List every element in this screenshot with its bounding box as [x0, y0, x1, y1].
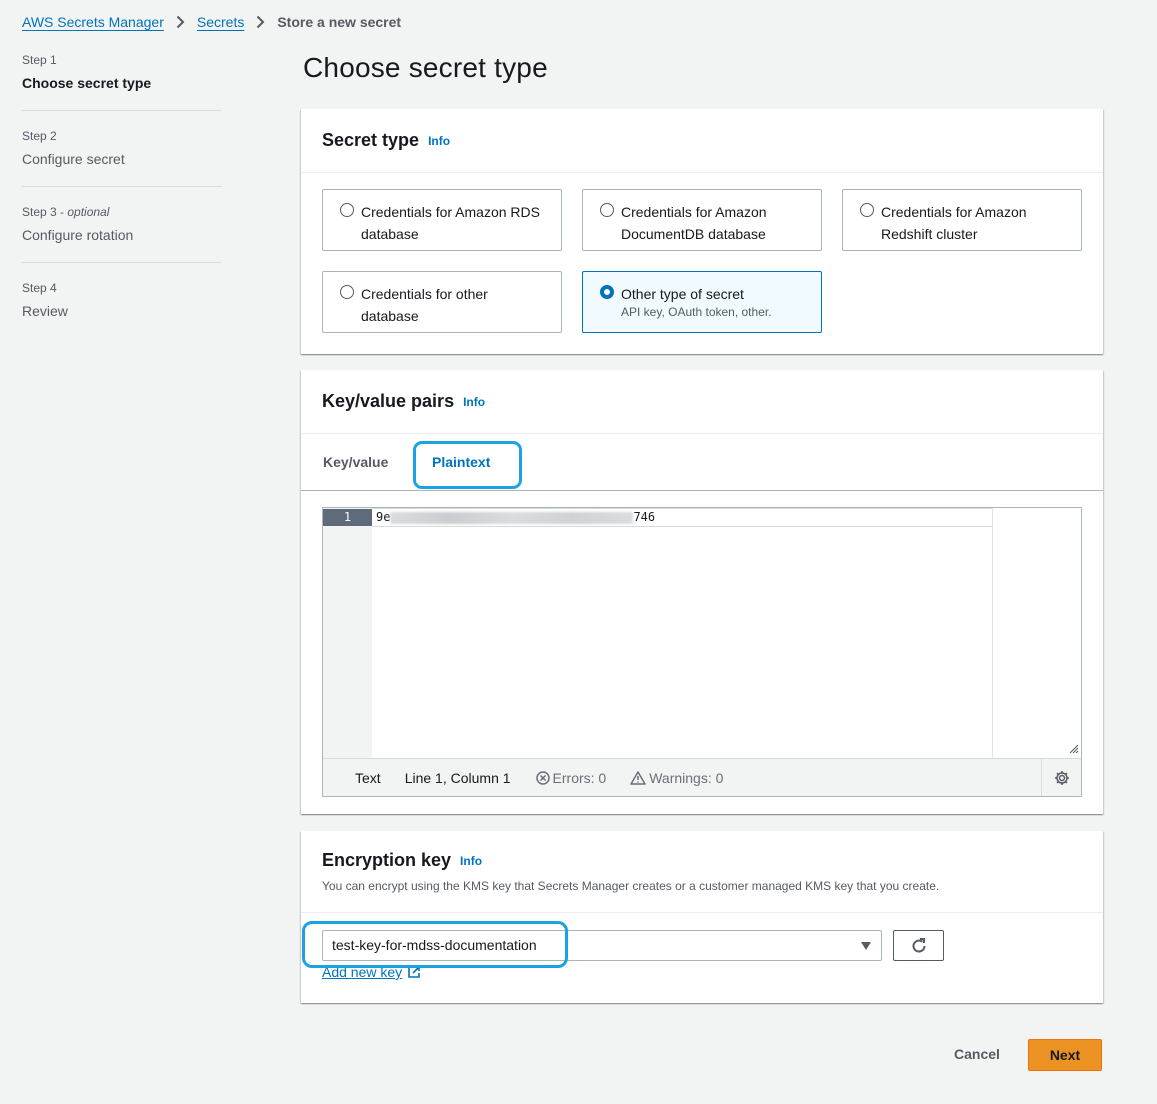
warnings-indicator[interactable]: Warnings: 0 — [630, 770, 723, 786]
radio-button[interactable] — [600, 203, 614, 217]
cancel-button[interactable]: Cancel — [954, 1046, 1000, 1062]
annotation-highlight — [302, 921, 568, 968]
step-title: Configure rotation — [22, 227, 134, 243]
page-title: Choose secret type — [303, 52, 548, 83]
radio-button-selected[interactable] — [600, 285, 614, 299]
editor-status-bar: Text Line 1, Column 1 Errors: 0 Warnings… — [323, 758, 1081, 796]
print-margin — [992, 508, 993, 758]
gear-icon — [1054, 770, 1069, 785]
editor-mode: Text — [355, 769, 381, 786]
step-title: Review — [22, 303, 68, 319]
chevron-right-icon — [176, 15, 185, 29]
option-rds[interactable]: Credentials for Amazon RDS database — [322, 189, 562, 251]
error-circle-icon — [535, 770, 550, 785]
next-button[interactable]: Next — [1028, 1039, 1102, 1071]
wizard-steps: Step 1 Choose secret type Step 2 Configu… — [22, 52, 221, 321]
tab-key-value[interactable]: Key/value — [323, 454, 388, 470]
panel-header: Key/value pairs Info — [301, 370, 1103, 434]
annotation-highlight — [413, 441, 522, 489]
code-line[interactable]: 9e 746 — [372, 508, 992, 527]
panel-heading: Secret type — [322, 130, 420, 150]
info-link[interactable]: Info — [428, 134, 450, 148]
radio-button[interactable] — [340, 285, 354, 299]
option-label: Credentials for Amazon DocumentDB databa… — [621, 204, 767, 242]
option-other-database[interactable]: Credentials for other database — [322, 271, 562, 333]
step-number-text: Step 3 - — [22, 205, 68, 219]
step-number: Step 4 — [22, 281, 57, 295]
option-label: Credentials for Amazon Redshift cluster — [881, 204, 1027, 242]
secret-type-panel: Secret type Info Credentials for Amazon … — [301, 109, 1103, 354]
step-number: Step 1 — [22, 53, 57, 67]
step-number: Step 2 — [22, 129, 57, 143]
warnings-count: Warnings: 0 — [649, 769, 724, 786]
divider — [22, 262, 221, 263]
panel-description: You can encrypt using the KMS key that S… — [322, 879, 940, 893]
step-number: Step 3 - optional — [22, 204, 221, 220]
secret-value-start: 9e — [376, 510, 391, 524]
breadcrumb-link-secrets-manager[interactable]: AWS Secrets Manager — [22, 14, 164, 30]
step-optional-label: optional — [67, 205, 110, 219]
option-other-secret[interactable]: Other type of secret API key, OAuth toke… — [582, 271, 822, 333]
tab-bar: Key/value Plaintext — [301, 434, 1103, 491]
option-description: API key, OAuth token, other. — [621, 305, 772, 319]
option-label: Other type of secret — [621, 286, 744, 302]
panel-heading: Encryption key — [322, 850, 452, 870]
radio-button[interactable] — [860, 203, 874, 217]
breadcrumb: AWS Secrets Manager Secrets Store a new … — [22, 12, 401, 32]
divider — [22, 110, 221, 111]
editor-gutter: 1 — [323, 508, 372, 758]
divider — [22, 186, 221, 187]
panel-heading: Key/value pairs — [322, 391, 455, 411]
option-label: Credentials for other database — [361, 286, 488, 324]
cursor-position: Line 1, Column 1 — [404, 769, 511, 786]
option-documentdb[interactable]: Credentials for Amazon DocumentDB databa… — [582, 189, 822, 251]
refresh-icon — [912, 937, 926, 953]
line-number: 1 — [323, 509, 372, 526]
secret-value-end: 746 — [633, 510, 656, 524]
refresh-button[interactable] — [893, 930, 944, 961]
key-value-pairs-panel: Key/value pairs Info Key/value Plaintext… — [301, 370, 1103, 814]
option-label: Credentials for Amazon RDS database — [361, 204, 540, 242]
radio-button[interactable] — [340, 203, 354, 217]
info-link[interactable]: Info — [460, 854, 482, 868]
warning-triangle-icon — [630, 770, 646, 785]
step-title: Choose secret type — [22, 75, 152, 91]
redacted-value — [390, 511, 634, 524]
heading-row: Encryption key Info — [322, 850, 482, 871]
option-redshift[interactable]: Credentials for Amazon Redshift cluster — [842, 189, 1082, 251]
breadcrumb-current: Store a new secret — [277, 14, 402, 30]
errors-count: Errors: 0 — [552, 769, 607, 786]
step-title: Configure secret — [22, 151, 125, 167]
errors-indicator[interactable]: Errors: 0 — [535, 769, 607, 786]
resize-handle-icon[interactable] — [1067, 742, 1079, 754]
encryption-key-panel: Encryption key Info You can encrypt usin… — [301, 831, 1103, 1003]
info-link[interactable]: Info — [463, 395, 485, 409]
step-1: Step 1 Choose secret type — [22, 52, 221, 93]
secret-type-options: Credentials for Amazon RDS database Cred… — [301, 173, 1103, 353]
editor-settings-button[interactable] — [1041, 759, 1081, 796]
panel-header: Secret type Info — [301, 109, 1103, 173]
breadcrumb-link-secrets[interactable]: Secrets — [197, 14, 244, 30]
caret-down-icon — [861, 942, 871, 950]
plaintext-editor[interactable]: 1 9e 746 Text Line 1, Column 1 Errors: 0 … — [322, 507, 1082, 797]
chevron-right-icon — [256, 15, 265, 29]
step-3[interactable]: Step 3 - optional Configure rotation — [22, 204, 221, 245]
step-4[interactable]: Step 4 Review — [22, 280, 221, 321]
step-2[interactable]: Step 2 Configure secret — [22, 128, 221, 169]
panel-header: Encryption key Info You can encrypt usin… — [301, 831, 1103, 913]
